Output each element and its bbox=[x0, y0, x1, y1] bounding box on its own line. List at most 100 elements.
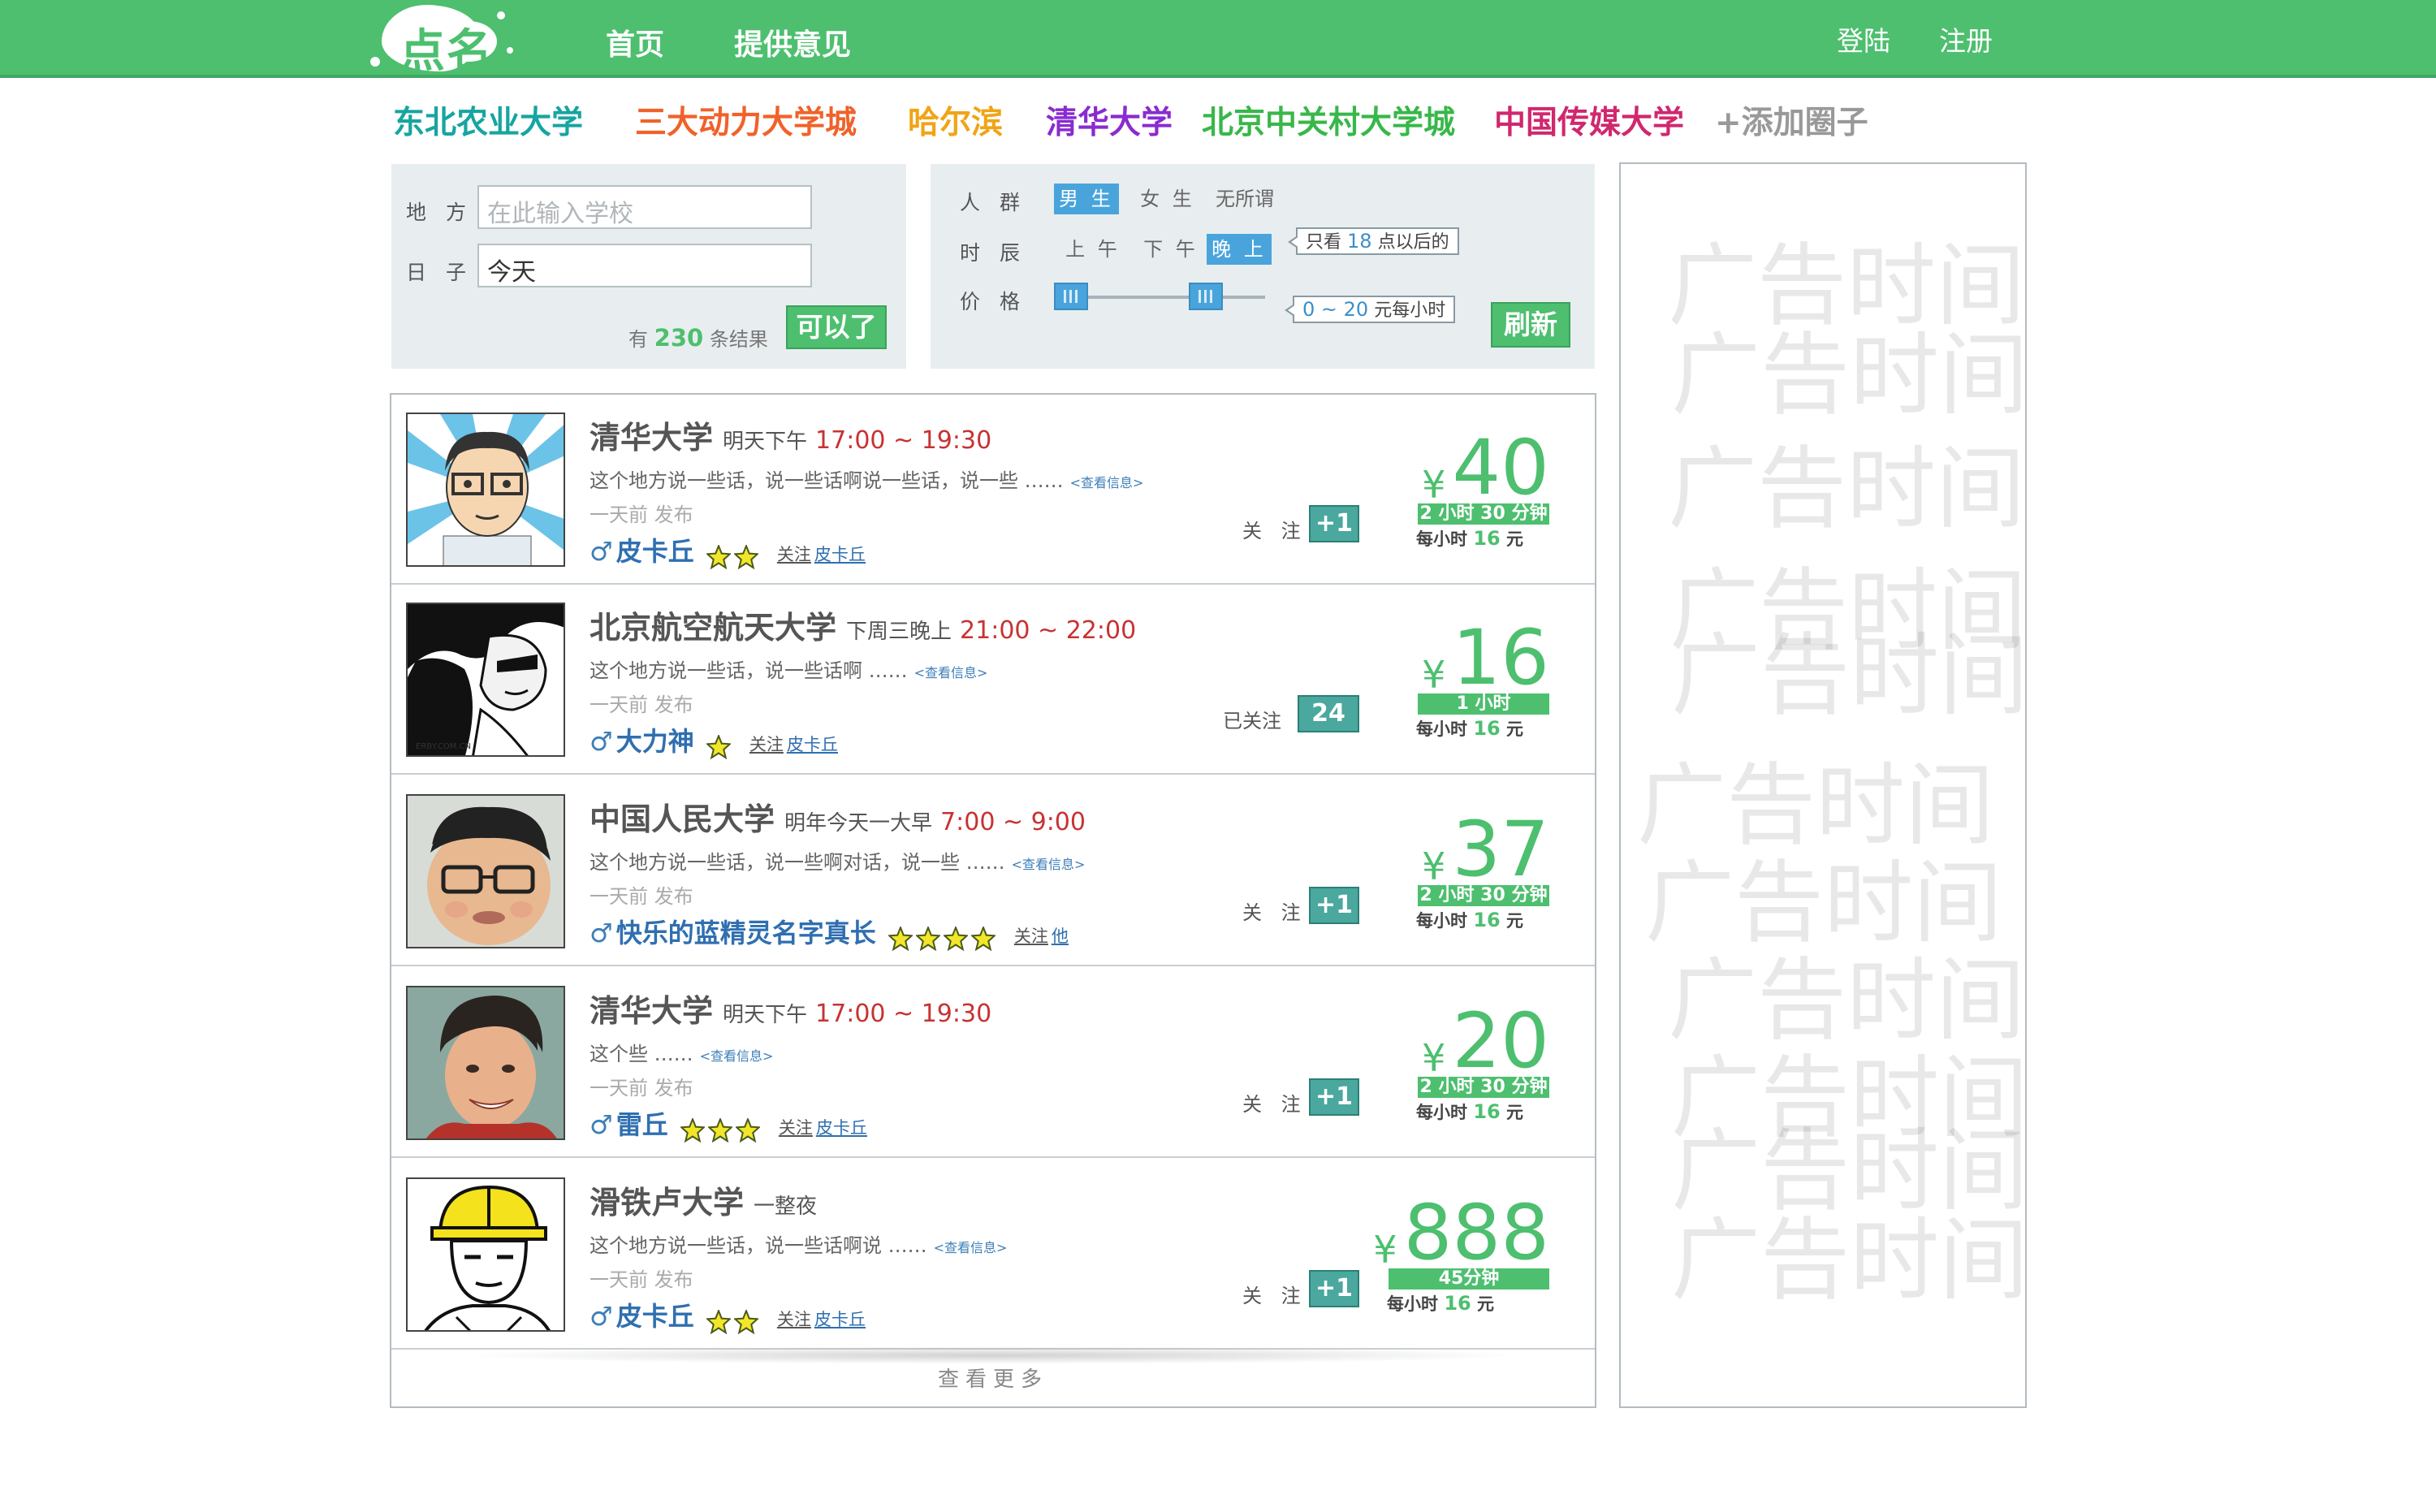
follow-user-link[interactable]: 关注 皮卡丘 bbox=[749, 735, 838, 754]
listing-price: ¥40 bbox=[1422, 424, 1549, 512]
listing-panel: 清华大学 明天下午 17:00 ~ 19:30 这个地方说一些话，说一些话啊说一些话… bbox=[390, 393, 1596, 1408]
list-item[interactable]: 清华大学 明天下午 17:00 ~ 19:30 这个些 …… <查看信息> 一天前 发… bbox=[391, 968, 1595, 1158]
refresh-button[interactable]: 刷新 bbox=[1491, 302, 1570, 348]
follow-count-button[interactable]: 24 bbox=[1298, 695, 1359, 732]
male-icon: ♂ bbox=[590, 1109, 613, 1140]
day-input[interactable]: 今天 bbox=[477, 244, 812, 287]
group-option-male[interactable]: 男 生 bbox=[1054, 184, 1119, 214]
star-icon bbox=[735, 1117, 760, 1143]
user-line: ♂ 皮卡丘 关注 皮卡丘 bbox=[590, 1296, 866, 1334]
listing-school: 清华大学 明天下午 17:00 ~ 19:30 bbox=[590, 420, 992, 456]
ad-text: 广告时间 bbox=[1671, 323, 2027, 427]
star-icon bbox=[733, 544, 758, 569]
nav-feedback[interactable]: 提供意见 bbox=[734, 21, 851, 63]
circle-item[interactable]: 东北农业大学 bbox=[393, 97, 583, 143]
load-more-button[interactable]: 查看更多 bbox=[391, 1353, 1595, 1406]
avatar[interactable] bbox=[406, 986, 565, 1140]
ad-banner[interactable]: 广告时间 广告时间 广告时间 广告时间 广告时间 广告时间 广告时间 广告时间 … bbox=[1619, 162, 2027, 1408]
user-nickname[interactable]: 皮卡丘 bbox=[616, 1301, 694, 1332]
view-info-link[interactable]: <查看信息> bbox=[934, 1240, 1008, 1255]
nav-home[interactable]: 首页 bbox=[606, 21, 664, 63]
star-icon bbox=[680, 1117, 705, 1143]
per-hour-rate: 每小时 16 元 bbox=[1387, 1292, 1495, 1315]
time-option-morning[interactable]: 上 午 bbox=[1060, 234, 1125, 265]
follow-plus-button[interactable]: +1 bbox=[1309, 1270, 1359, 1307]
search-panel: 地 方 在此输入学校 日 子 今天 有 230 条结果 可以了 bbox=[391, 164, 906, 369]
user-nickname[interactable]: 大力神 bbox=[616, 726, 694, 757]
star-icon bbox=[706, 1309, 731, 1334]
user-nickname[interactable]: 快乐的蓝精灵名字真长 bbox=[616, 918, 876, 948]
site-logo[interactable]: 点名 bbox=[367, 0, 529, 78]
avatar-photo-man-icon bbox=[408, 987, 564, 1138]
rating-stars bbox=[706, 544, 762, 569]
circle-item[interactable]: 中国传媒大学 bbox=[1494, 97, 1684, 143]
star-icon bbox=[707, 1117, 732, 1143]
listing-description: 这个地方说一些话，说一些话啊 …… <查看信息> bbox=[590, 659, 988, 682]
circle-item[interactable]: 清华大学 bbox=[1046, 97, 1173, 143]
result-count: 有 230 条结果 bbox=[628, 324, 768, 352]
list-item[interactable]: ERBY.COM.CN 北京航空航天大学 下周三晚上 21:00 ~ 22:00 这… bbox=[391, 585, 1595, 775]
avatar-glasses-guy-icon bbox=[408, 414, 564, 565]
list-item[interactable]: 中国人民大学 明年今天一大早 7:00 ~ 9:00 这个地方说一些话，说一些啊对话… bbox=[391, 776, 1595, 966]
follow-user-link[interactable]: 关注 皮卡丘 bbox=[779, 1118, 867, 1138]
circle-item[interactable]: 北京中关村大学城 bbox=[1202, 97, 1455, 143]
price-slider-min-handle[interactable] bbox=[1054, 283, 1088, 310]
star-icon bbox=[915, 926, 940, 951]
posted-time: 一天前 发布 bbox=[590, 1268, 693, 1291]
view-info-link[interactable]: <查看信息> bbox=[700, 1048, 774, 1064]
time-option-evening[interactable]: 晚 上 bbox=[1207, 234, 1272, 265]
group-option-any[interactable]: 无所谓 bbox=[1208, 184, 1281, 214]
logo-text: 点名 bbox=[400, 25, 494, 78]
follow-label: 关 注 bbox=[1242, 1285, 1307, 1307]
listing-school: 北京航空航天大学 下周三晚上 21:00 ~ 22:00 bbox=[590, 610, 1137, 646]
posted-time: 一天前 发布 bbox=[590, 503, 693, 526]
per-hour-rate: 每小时 16 元 bbox=[1416, 717, 1524, 740]
follow-user-link[interactable]: 关注 皮卡丘 bbox=[777, 1310, 866, 1329]
list-item[interactable]: 滑铁卢大学 一整夜 这个地方说一些话，说一些话啊说 …… <查看信息> 一天前 发布… bbox=[391, 1160, 1595, 1350]
group-label: 人 群 bbox=[960, 191, 1026, 214]
follow-plus-button[interactable]: +1 bbox=[1309, 1078, 1359, 1116]
view-info-link[interactable]: <查看信息> bbox=[1012, 857, 1086, 872]
circle-item[interactable]: 三大动力大学城 bbox=[635, 97, 857, 143]
price-label: 价 格 bbox=[960, 290, 1026, 313]
male-icon: ♂ bbox=[590, 726, 613, 757]
place-label: 地 方 bbox=[406, 201, 473, 224]
duration-badge: 2 小时 30 分钟 bbox=[1418, 885, 1549, 906]
male-icon: ♂ bbox=[590, 1301, 613, 1332]
user-line: ♂ 快乐的蓝精灵名字真长 关注他 bbox=[590, 913, 1069, 951]
list-item[interactable]: 清华大学 明天下午 17:00 ~ 19:30 这个地方说一些话，说一些话啊说一些话… bbox=[391, 395, 1595, 585]
circle-item[interactable]: 哈尔滨 bbox=[908, 97, 1003, 143]
price-range-bubble: 0 ~ 20 元每小时 bbox=[1284, 296, 1456, 323]
avatar[interactable]: ERBY.COM.CN bbox=[406, 603, 565, 757]
time-label: 时 辰 bbox=[960, 241, 1026, 265]
listing-price: ¥37 bbox=[1422, 806, 1549, 894]
user-nickname[interactable]: 皮卡丘 bbox=[616, 536, 694, 567]
group-option-female[interactable]: 女 生 bbox=[1135, 184, 1200, 214]
view-info-link[interactable]: <查看信息> bbox=[914, 665, 988, 680]
star-icon bbox=[706, 544, 731, 569]
add-circle-button[interactable]: +添加圈子 bbox=[1715, 97, 1868, 143]
price-slider-max-handle[interactable] bbox=[1189, 283, 1223, 310]
rating-stars bbox=[706, 734, 734, 759]
star-icon bbox=[733, 1309, 758, 1334]
follow-user-link[interactable]: 关注他 bbox=[1014, 927, 1069, 946]
top-navigation-bar: 点名 首页 提供意见 登陆 注册 bbox=[0, 0, 2436, 78]
follow-plus-button[interactable]: +1 bbox=[1309, 505, 1359, 542]
time-option-afternoon[interactable]: 下 午 bbox=[1138, 234, 1203, 265]
duration-badge: 2 小时 30 分钟 bbox=[1418, 1077, 1549, 1098]
avatar[interactable] bbox=[406, 1177, 565, 1332]
register-link[interactable]: 注册 bbox=[1939, 19, 1993, 58]
avatar-big-face-icon bbox=[408, 796, 564, 947]
avatar[interactable] bbox=[406, 794, 565, 948]
avatar[interactable] bbox=[406, 413, 565, 567]
listing-school: 清华大学 明天下午 17:00 ~ 19:30 bbox=[590, 993, 992, 1029]
view-info-link[interactable]: <查看信息> bbox=[1070, 475, 1144, 490]
user-nickname[interactable]: 雷丘 bbox=[616, 1109, 668, 1140]
duration-badge: 1 小时 bbox=[1418, 693, 1549, 715]
filter-panel: 人 群 男 生 女 生 无所谓 时 辰 上 午 下 午 晚 上 只看 18 点以… bbox=[931, 164, 1595, 369]
follow-user-link[interactable]: 关注 皮卡丘 bbox=[777, 545, 866, 564]
follow-plus-button[interactable]: +1 bbox=[1309, 887, 1359, 924]
school-input[interactable]: 在此输入学校 bbox=[477, 185, 812, 229]
submit-search-button[interactable]: 可以了 bbox=[786, 305, 887, 349]
login-link[interactable]: 登陆 bbox=[1837, 19, 1890, 58]
